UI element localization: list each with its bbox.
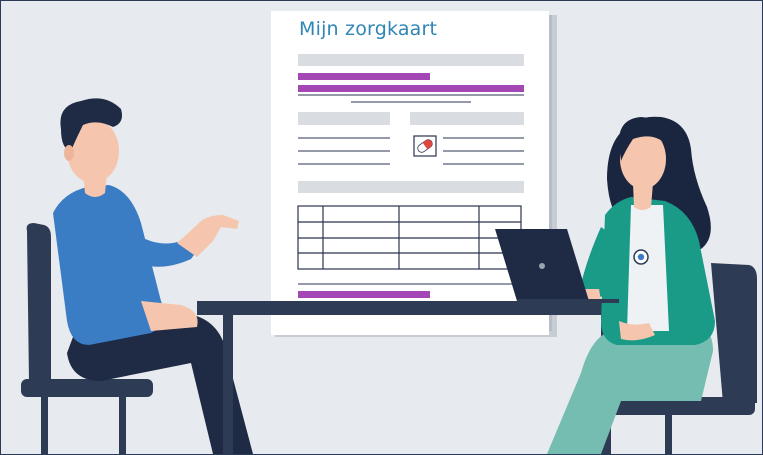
consultation-scene bbox=[21, 11, 757, 454]
doc-section-header bbox=[298, 112, 390, 125]
man-chair-leg bbox=[119, 396, 126, 454]
man-chair-seat bbox=[21, 379, 153, 397]
doc-placeholder-bar bbox=[298, 54, 524, 66]
table-leg bbox=[223, 315, 233, 454]
man-hand-resting bbox=[141, 301, 198, 331]
man-chair-leg bbox=[41, 396, 48, 454]
woman-chair-leg bbox=[665, 414, 672, 454]
illustration: Mijn zorgkaart bbox=[0, 0, 763, 455]
pill-icon bbox=[413, 135, 437, 157]
badge-center bbox=[637, 253, 645, 261]
woman-chair-back bbox=[711, 263, 757, 403]
doc-highlight-bar bbox=[298, 73, 430, 80]
doc-highlight-bar bbox=[298, 85, 524, 92]
man-chair-back bbox=[26, 223, 51, 381]
laptop-base bbox=[517, 299, 619, 303]
doc-section-header bbox=[410, 112, 524, 125]
woman-shirt bbox=[627, 205, 669, 331]
document-title: Mijn zorgkaart bbox=[299, 18, 438, 40]
table-top bbox=[197, 301, 635, 315]
laptop-logo bbox=[539, 263, 545, 269]
doc-highlight-bar bbox=[298, 291, 430, 298]
man-ear bbox=[64, 145, 74, 161]
doc-placeholder-bar bbox=[298, 181, 524, 193]
man-figure bbox=[21, 98, 253, 454]
